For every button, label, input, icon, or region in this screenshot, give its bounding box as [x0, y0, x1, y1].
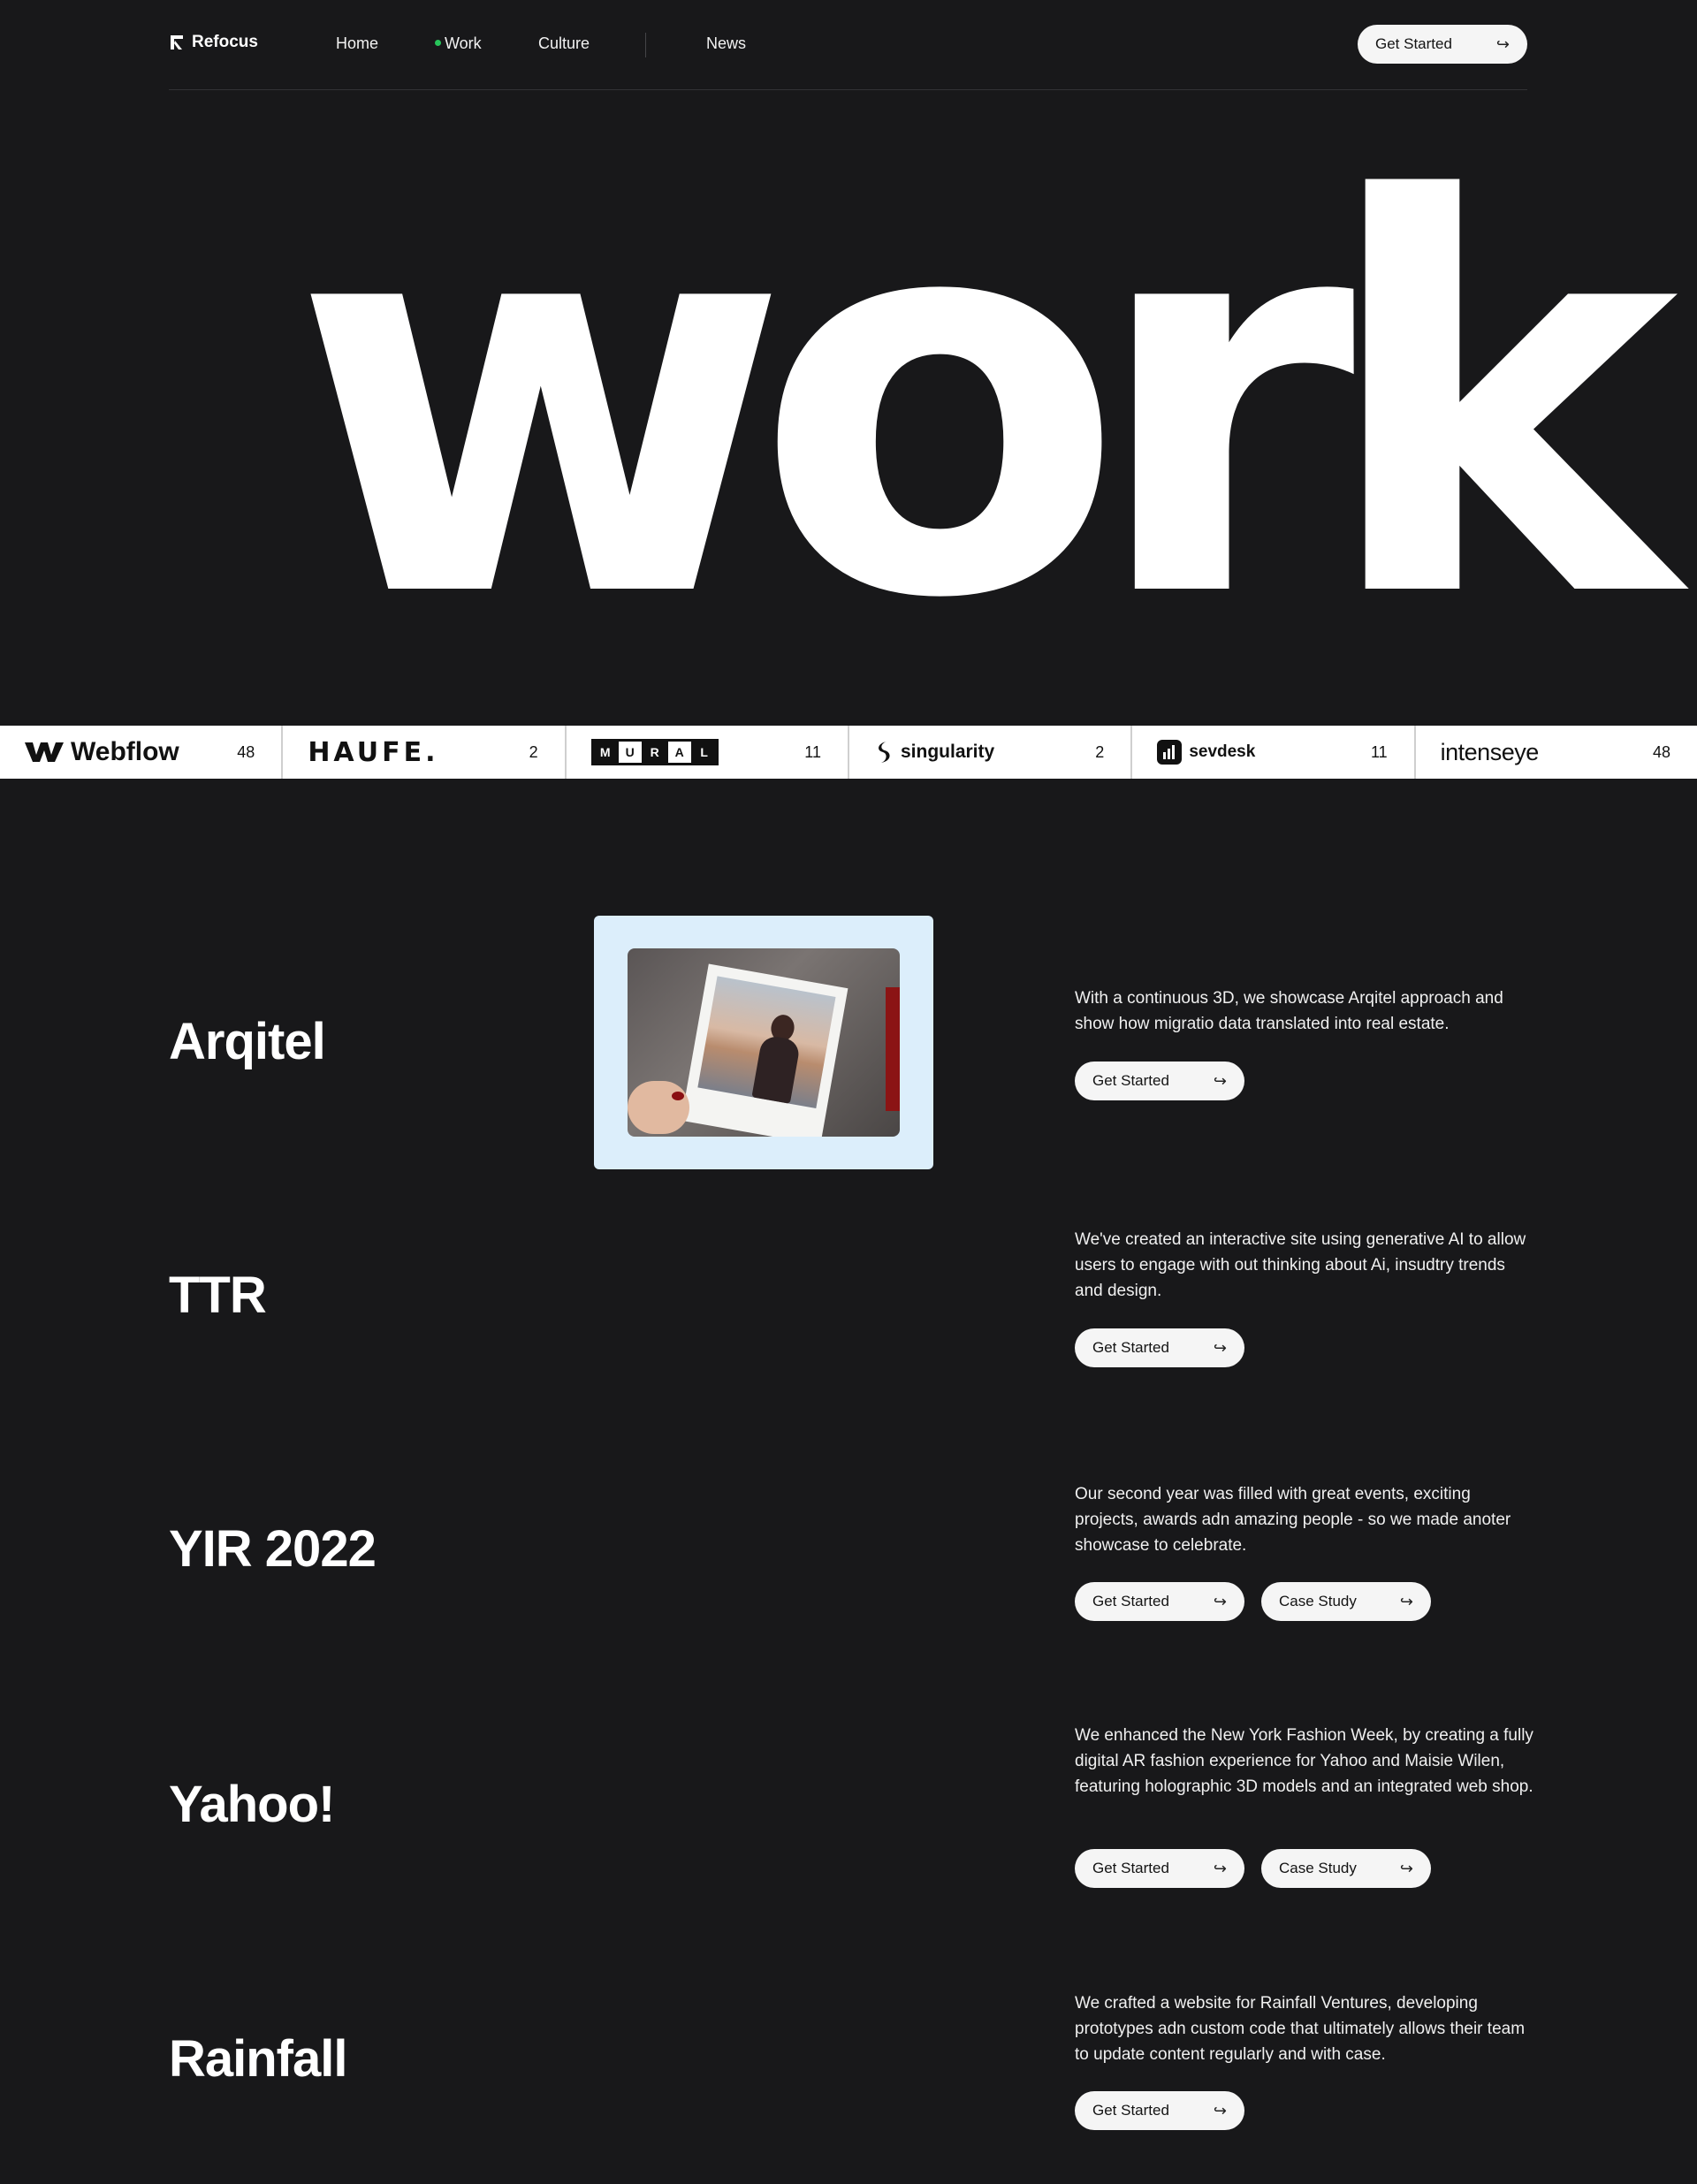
brand-logo[interactable]: Refocus [169, 33, 258, 52]
project-title: YIR 2022 [169, 1520, 377, 1578]
case-study-button[interactable]: Case Study ↪ [1261, 1849, 1431, 1888]
return-arrow-icon: ↪ [1399, 1859, 1413, 1877]
return-arrow-icon: ↪ [1495, 34, 1510, 53]
client-logo-strip: Webflow 48 HAUFE. 2 M U R A L 11 singula… [0, 726, 1697, 779]
mural-boxes: M U R A L [590, 739, 719, 765]
red-side-tag [886, 987, 900, 1111]
client-cell-sevdesk[interactable]: sevdesk 11 [1132, 726, 1416, 779]
nav-work-label: Work [445, 34, 482, 52]
haufe-logo: HAUFE. [308, 736, 439, 768]
client-cell-haufe[interactable]: HAUFE. 2 [283, 726, 567, 779]
client-count: 2 [529, 742, 538, 761]
get-started-button[interactable]: Get Started ↪ [1075, 1849, 1244, 1888]
project-description: We've created an interactive site using … [1075, 1230, 1526, 1300]
return-arrow-icon: ↪ [1213, 1071, 1227, 1090]
client-count: 48 [237, 742, 255, 761]
project-description: Our second year was filled with great ev… [1075, 1485, 1511, 1555]
sevdesk-logo: sevdesk [1157, 740, 1255, 765]
intenseye-logo: intenseye [1440, 738, 1540, 765]
get-started-button[interactable]: Get Started ↪ [1075, 1062, 1244, 1100]
thumbnail-photo [628, 948, 900, 1137]
client-cell-singularity[interactable]: singularity 2 [849, 726, 1133, 779]
project-description: We enhanced the New York Fashion Week, b… [1075, 1726, 1533, 1796]
project-thumbnail[interactable] [594, 916, 933, 1169]
mural-logo: M U R A L [590, 739, 719, 765]
return-arrow-icon: ↪ [1213, 1859, 1227, 1877]
client-cell-intenseye[interactable]: intenseye 48 [1416, 726, 1697, 779]
get-started-button[interactable]: Get Started ↪ [1075, 1582, 1244, 1621]
return-arrow-icon: ↪ [1213, 1592, 1227, 1610]
webflow-logo: Webflow [25, 737, 179, 767]
nav-news[interactable]: News [706, 34, 746, 53]
polaroid-card [681, 963, 848, 1137]
project-title: Arqitel [169, 1013, 326, 1070]
client-cell-mural[interactable]: M U R A L 11 [567, 726, 849, 779]
webflow-mark-icon [25, 742, 64, 762]
nav-home[interactable]: Home [336, 34, 378, 53]
singularity-logo: singularity [874, 740, 994, 765]
client-count: 48 [1652, 742, 1670, 761]
active-indicator-dot [435, 39, 441, 46]
nav-culture[interactable]: Culture [538, 34, 590, 53]
get-started-button[interactable]: Get Started ↪ [1075, 2091, 1244, 2130]
client-count: 11 [804, 742, 821, 761]
client-count: 2 [1095, 742, 1105, 761]
client-count: 11 [1370, 742, 1388, 761]
client-cell-webflow[interactable]: Webflow 48 [0, 726, 284, 779]
nav-work[interactable]: Work [435, 34, 482, 53]
singularity-mark-icon [879, 742, 890, 763]
brand-name: Refocus [192, 33, 258, 51]
get-started-button[interactable]: Get Started ↪ [1075, 1328, 1244, 1367]
project-title: Rainfall [169, 2030, 347, 2088]
project-title: TTR [169, 1267, 267, 1324]
polaroid-picture [697, 976, 836, 1109]
project-description: We crafted a website for Rainfall Ventur… [1075, 1994, 1526, 2064]
case-study-button[interactable]: Case Study ↪ [1261, 1582, 1431, 1621]
sevdesk-mark-icon [1157, 740, 1183, 765]
hand-shape [628, 1081, 689, 1134]
return-arrow-icon: ↪ [1213, 1338, 1227, 1357]
nav-divider [645, 33, 646, 57]
refocus-logo-icon [171, 35, 183, 49]
return-arrow-icon: ↪ [1213, 2101, 1227, 2119]
project-description: With a continuous 3D, we showcase Arqite… [1075, 989, 1503, 1033]
return-arrow-icon: ↪ [1399, 1592, 1413, 1610]
site-header: Refocus Home Work Culture News Get Start… [169, 0, 1527, 90]
header-get-started-label: Get Started [1375, 35, 1452, 52]
project-title: Yahoo! [169, 1776, 335, 1833]
hero-title: work [292, 88, 1678, 716]
header-get-started-button[interactable]: Get Started ↪ [1358, 25, 1527, 64]
